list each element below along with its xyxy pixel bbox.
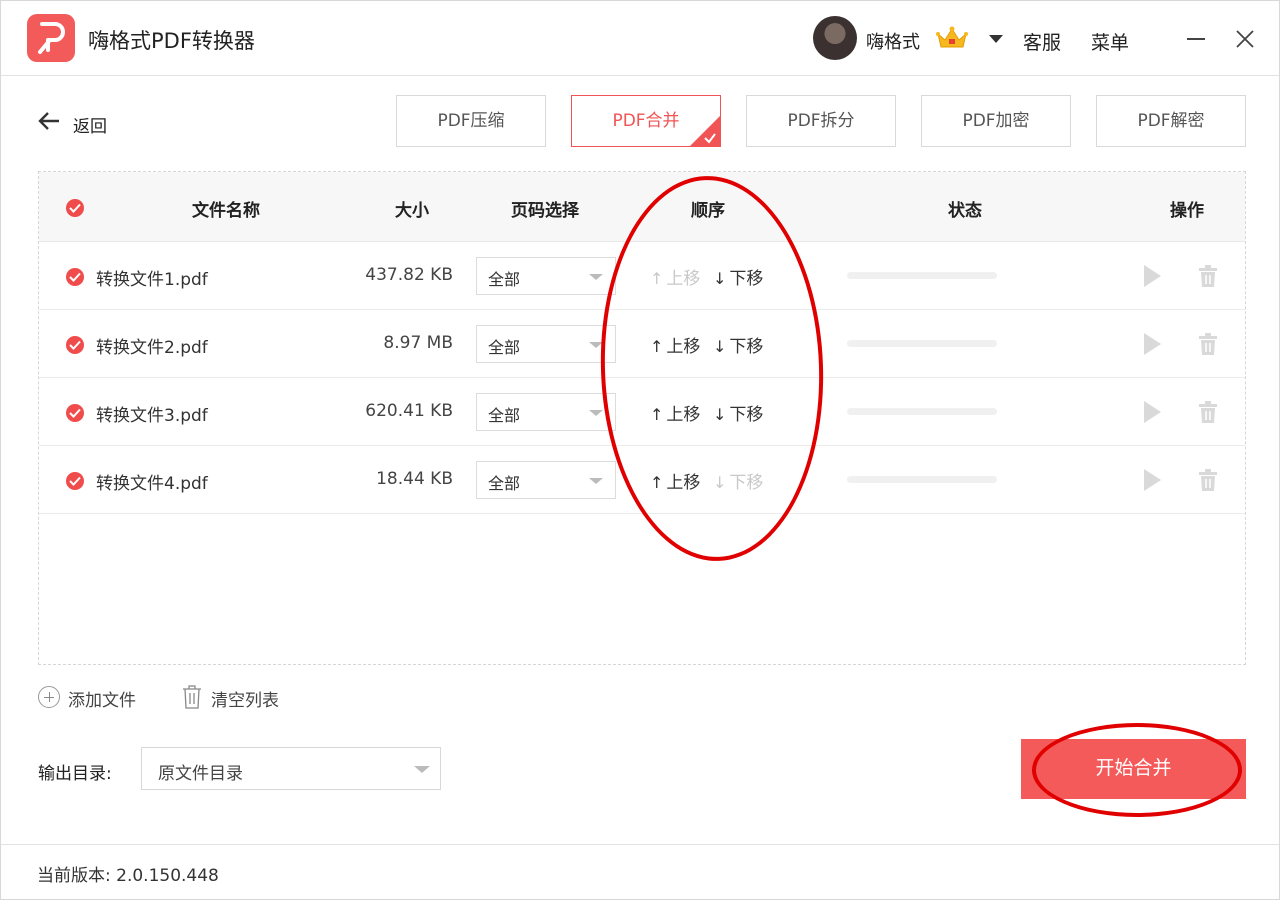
file-table: 文件名称 大小 页码选择 顺序 状态 操作 转换文件1.pdf 437.82 K… xyxy=(38,171,1246,665)
status-progress-bar xyxy=(847,272,997,279)
minimize-icon[interactable] xyxy=(1187,38,1205,40)
chevron-down-icon xyxy=(589,410,603,416)
file-size: 437.82 KB xyxy=(365,265,453,285)
trash-icon xyxy=(183,685,201,709)
output-dir-label: 输出目录: xyxy=(38,764,112,784)
app-title: 嗨格式PDF转换器 xyxy=(88,29,255,53)
output-dir-select[interactable]: 原文件目录 xyxy=(141,747,441,790)
menu-link[interactable]: 菜单 xyxy=(1091,28,1129,55)
row-checkbox[interactable] xyxy=(66,336,84,354)
check-icon xyxy=(69,408,81,418)
app-logo-icon xyxy=(27,14,75,62)
title-bar: 嗨格式PDF转换器 嗨格式 客服 菜单 xyxy=(1,1,1279,76)
check-icon xyxy=(69,203,81,213)
check-icon xyxy=(69,272,81,282)
add-file-button[interactable]: 添加文件 xyxy=(38,684,148,711)
file-name: 转换文件1.pdf xyxy=(96,270,208,290)
row-checkbox[interactable] xyxy=(66,472,84,490)
customer-service-link[interactable]: 客服 xyxy=(1023,28,1061,55)
move-up-button[interactable]: ↑ 上移 xyxy=(650,332,700,357)
header-file-name: 文件名称 xyxy=(192,201,260,221)
tab-pdf-decrypt[interactable]: PDF解密 xyxy=(1096,95,1246,147)
play-icon[interactable] xyxy=(1144,401,1161,423)
trash-icon[interactable] xyxy=(1197,264,1219,288)
row-checkbox[interactable] xyxy=(66,268,84,286)
play-icon[interactable] xyxy=(1144,469,1161,491)
user-avatar[interactable] xyxy=(813,16,857,60)
plus-circle-icon xyxy=(38,686,60,708)
row-checkbox[interactable] xyxy=(66,404,84,422)
close-icon[interactable] xyxy=(1234,28,1256,50)
arrow-up-icon: ↑ xyxy=(650,337,664,356)
move-down-button[interactable]: ↓ 下移 xyxy=(713,332,763,357)
table-row: 转换文件1.pdf 437.82 KB 全部 ↑ 上移 ↓ 下移 xyxy=(39,242,1245,310)
table-header: 文件名称 大小 页码选择 顺序 状态 操作 xyxy=(39,172,1245,242)
check-icon xyxy=(69,340,81,350)
arrow-up-icon: ↑ xyxy=(650,473,664,492)
chevron-down-icon xyxy=(589,274,603,280)
arrow-down-icon: ↓ xyxy=(713,405,727,424)
trash-icon[interactable] xyxy=(1197,400,1219,424)
file-name: 转换文件2.pdf xyxy=(96,338,208,358)
arrow-down-icon: ↓ xyxy=(713,269,727,288)
file-size: 620.41 KB xyxy=(365,401,453,421)
file-name: 转换文件4.pdf xyxy=(96,474,208,494)
header-action: 操作 xyxy=(1170,201,1204,221)
arrow-left-icon xyxy=(38,112,59,130)
page-select[interactable]: 全部 xyxy=(476,461,616,499)
header-status: 状态 xyxy=(948,201,982,221)
tab-pdf-split[interactable]: PDF拆分 xyxy=(746,95,896,147)
arrow-down-icon: ↓ xyxy=(713,337,727,356)
arrow-up-icon: ↑ xyxy=(650,269,664,288)
version-text: 当前版本: 2.0.150.448 xyxy=(37,866,219,886)
status-progress-bar xyxy=(847,408,997,415)
select-all-checkbox[interactable] xyxy=(66,199,84,217)
start-merge-button[interactable]: 开始合并 xyxy=(1021,739,1246,799)
clear-list-label: 清空列表 xyxy=(211,691,279,711)
vip-crown-icon xyxy=(936,26,968,48)
username[interactable]: 嗨格式 xyxy=(866,28,920,54)
status-progress-bar xyxy=(847,476,997,483)
status-progress-bar xyxy=(847,340,997,347)
clear-list-button[interactable]: 清空列表 xyxy=(181,684,291,711)
chevron-down-icon xyxy=(589,478,603,484)
move-down-button[interactable]: ↓ 下移 xyxy=(713,400,763,425)
play-icon[interactable] xyxy=(1144,333,1161,355)
move-up-button[interactable]: ↑ 上移 xyxy=(650,264,700,289)
arrow-up-icon: ↑ xyxy=(650,405,664,424)
move-up-button[interactable]: ↑ 上移 xyxy=(650,468,700,493)
page-select[interactable]: 全部 xyxy=(476,393,616,431)
header-order: 顺序 xyxy=(691,201,725,221)
arrow-down-icon: ↓ xyxy=(713,473,727,492)
move-up-button[interactable]: ↑ 上移 xyxy=(650,400,700,425)
back-button[interactable]: 返回 xyxy=(37,109,127,137)
app-window: 嗨格式PDF转换器 嗨格式 客服 菜单 返回 PDF压缩 PDF合并 PDF拆分… xyxy=(0,0,1280,900)
tab-pdf-merge[interactable]: PDF合并 xyxy=(571,95,721,147)
trash-icon[interactable] xyxy=(1197,332,1219,356)
file-size: 8.97 MB xyxy=(383,333,453,353)
file-size: 18.44 KB xyxy=(376,469,453,489)
tab-pdf-compress[interactable]: PDF压缩 xyxy=(396,95,546,147)
chevron-down-icon xyxy=(589,342,603,348)
play-icon[interactable] xyxy=(1144,265,1161,287)
page-select[interactable]: 全部 xyxy=(476,257,616,295)
header-pages: 页码选择 xyxy=(511,201,579,221)
check-icon xyxy=(69,476,81,486)
add-file-label: 添加文件 xyxy=(68,691,136,711)
back-label: 返回 xyxy=(73,117,107,137)
chevron-down-icon xyxy=(414,766,430,773)
file-name: 转换文件3.pdf xyxy=(96,406,208,426)
table-row: 转换文件3.pdf 620.41 KB 全部 ↑ 上移 ↓ 下移 xyxy=(39,378,1245,446)
tab-pdf-encrypt[interactable]: PDF加密 xyxy=(921,95,1071,147)
user-dropdown-icon[interactable] xyxy=(989,35,1003,43)
table-row: 转换文件2.pdf 8.97 MB 全部 ↑ 上移 ↓ 下移 xyxy=(39,310,1245,378)
trash-icon[interactable] xyxy=(1197,468,1219,492)
move-down-button[interactable]: ↓ 下移 xyxy=(713,468,763,493)
page-select[interactable]: 全部 xyxy=(476,325,616,363)
table-row: 转换文件4.pdf 18.44 KB 全部 ↑ 上移 ↓ 下移 xyxy=(39,446,1245,514)
check-icon xyxy=(704,133,716,144)
header-size: 大小 xyxy=(395,201,429,221)
status-footer: 当前版本: 2.0.150.448 xyxy=(1,844,1279,900)
move-down-button[interactable]: ↓ 下移 xyxy=(713,264,763,289)
